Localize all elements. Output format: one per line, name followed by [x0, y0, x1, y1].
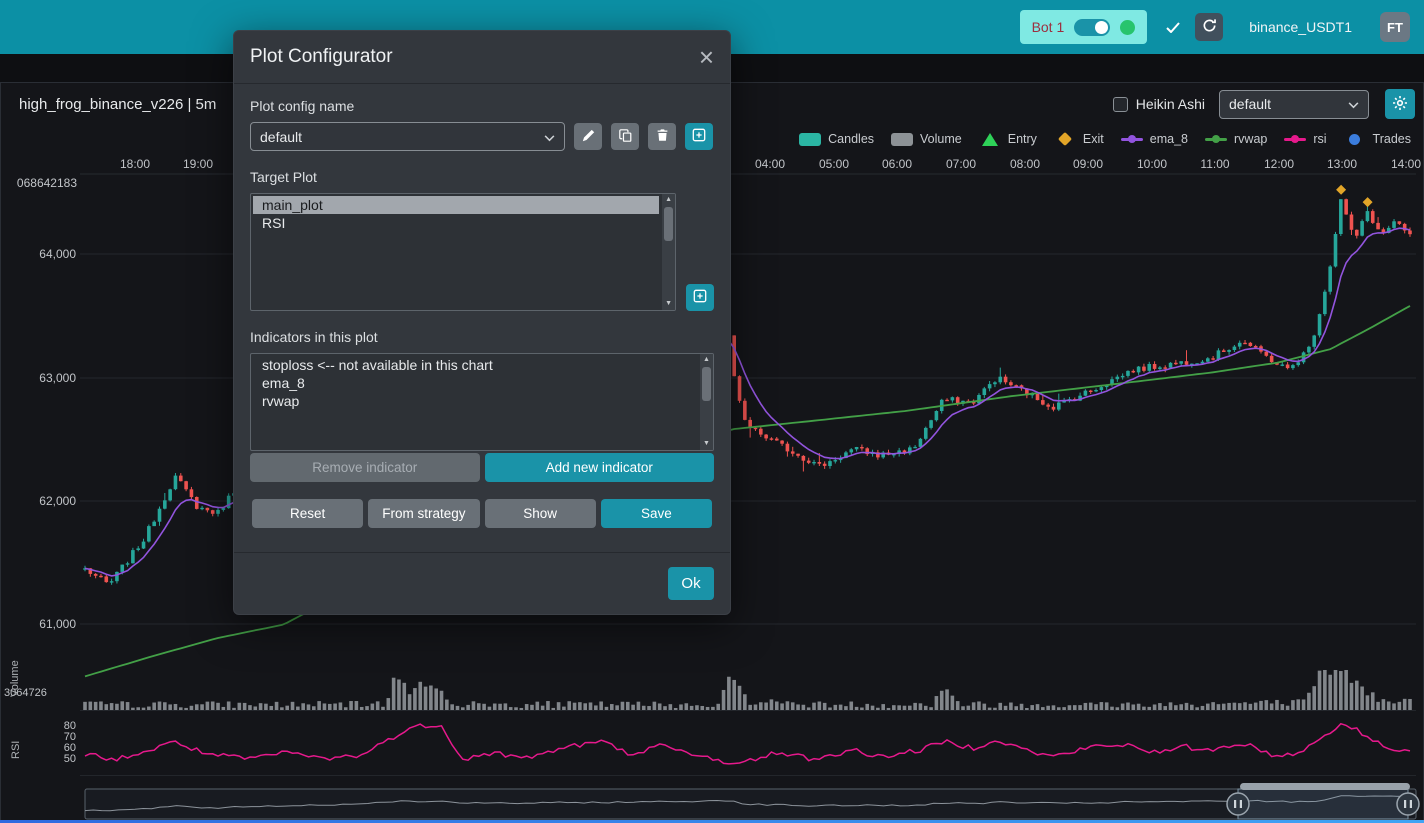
plus-square-icon — [693, 289, 707, 306]
bot-name-label: Bot 1 — [1032, 19, 1065, 35]
indicator-item[interactable]: ema_8 — [253, 374, 697, 392]
indicator-item[interactable]: stoploss <-- not available in this chart — [253, 356, 697, 374]
bot-toggle[interactable] — [1074, 19, 1110, 36]
rect-swatch-icon — [798, 132, 822, 146]
scrollbar[interactable]: ▲ ▼ — [700, 354, 713, 450]
config-name-select[interactable]: default — [250, 122, 565, 151]
legend-item-exit[interactable]: Exit — [1053, 132, 1104, 146]
target-plot-list[interactable]: main_plotRSI ▲ ▼ — [250, 193, 676, 311]
toggle-knob — [1095, 21, 1108, 34]
scroll-down-icon[interactable]: ▼ — [665, 300, 672, 308]
plot-config-select[interactable]: default — [1219, 90, 1369, 119]
linedot-swatch-icon — [1204, 132, 1228, 146]
add-config-button[interactable] — [685, 123, 713, 150]
bot-account-label: binance_USDT1 — [1249, 19, 1352, 35]
bot-selector-button[interactable]: Bot 1 — [1020, 10, 1148, 44]
scroll-thumb[interactable] — [702, 367, 711, 401]
plot-configurator-modal: Plot Configurator × Plot config name def… — [233, 30, 731, 615]
plot-settings-button[interactable] — [1385, 89, 1415, 119]
gear-icon — [1392, 95, 1408, 114]
config-action-row: Reset From strategy Show Save — [252, 499, 712, 528]
from-strategy-button[interactable]: From strategy — [368, 499, 479, 528]
user-avatar-button[interactable]: FT — [1380, 12, 1410, 42]
modal-footer: Ok — [234, 552, 730, 614]
target-plot-item[interactable]: RSI — [253, 214, 659, 232]
triangle-swatch-icon — [978, 132, 1002, 146]
plot-config-select-value: default — [1229, 96, 1271, 112]
indicator-item[interactable]: rvwap — [253, 392, 697, 410]
config-row: default — [250, 122, 714, 151]
heikin-ashi-checkbox[interactable] — [1113, 97, 1128, 112]
copy-icon — [619, 129, 632, 145]
legend-item-entry[interactable]: Entry — [978, 132, 1037, 146]
legend-item-ema-8[interactable]: ema_8 — [1120, 132, 1188, 146]
remove-indicator-button[interactable]: Remove indicator — [250, 453, 480, 482]
legend-label: rsi — [1313, 132, 1326, 146]
scrollbar[interactable]: ▲ ▼ — [662, 194, 675, 310]
linedot-swatch-icon — [1283, 132, 1307, 146]
legend-item-candles[interactable]: Candles — [798, 132, 874, 146]
refresh-icon — [1202, 18, 1217, 36]
rect-swatch-icon — [890, 132, 914, 146]
scroll-down-icon[interactable]: ▼ — [703, 440, 710, 448]
modal-body: Plot config name default — [234, 84, 730, 552]
legend-item-rvwap[interactable]: rvwap — [1204, 132, 1267, 146]
delete-config-button[interactable] — [648, 123, 676, 150]
add-plot-button[interactable] — [686, 284, 714, 311]
legend-label: Trades — [1373, 132, 1411, 146]
modal-title: Plot Configurator — [250, 46, 393, 68]
copy-config-button[interactable] — [611, 123, 639, 150]
legend-label: Candles — [828, 132, 874, 146]
heikin-ashi-label: Heikin Ashi — [1136, 96, 1205, 112]
target-plot-row: main_plotRSI ▲ ▼ — [250, 193, 714, 311]
scroll-up-icon[interactable]: ▲ — [703, 356, 710, 364]
config-name-select-value: default — [260, 129, 302, 145]
legend-item-rsi[interactable]: rsi — [1283, 132, 1326, 146]
indicators-label: Indicators in this plot — [250, 329, 714, 345]
legend-item-trades[interactable]: Trades — [1343, 132, 1411, 146]
legend-label: Entry — [1008, 132, 1037, 146]
edit-config-button[interactable] — [574, 123, 602, 150]
linedot-swatch-icon — [1120, 132, 1144, 146]
pencil-icon — [582, 129, 595, 145]
plus-square-icon — [692, 128, 706, 145]
legend-label: rvwap — [1234, 132, 1267, 146]
target-plot-item[interactable]: main_plot — [253, 196, 659, 214]
check-icon — [1166, 22, 1180, 33]
legend-label: Exit — [1083, 132, 1104, 146]
legend-item-volume[interactable]: Volume — [890, 132, 962, 146]
add-indicator-button[interactable]: Add new indicator — [485, 453, 715, 482]
scroll-thumb[interactable] — [664, 207, 673, 241]
ok-button[interactable]: Ok — [668, 567, 714, 600]
chevron-down-icon — [1348, 96, 1359, 112]
close-button[interactable]: × — [699, 47, 714, 67]
modal-header: Plot Configurator × — [234, 31, 730, 84]
reset-button[interactable]: Reset — [252, 499, 363, 528]
screen: Bot 1 binance_USDT1 FT high_frog_binance… — [0, 0, 1424, 823]
chevron-down-icon — [544, 129, 555, 145]
plot-config-name-label: Plot config name — [250, 98, 714, 114]
target-plot-label: Target Plot — [250, 169, 714, 185]
save-button[interactable]: Save — [601, 499, 712, 528]
diamond-swatch-icon — [1053, 132, 1077, 146]
bot-online-indicator — [1120, 20, 1135, 35]
legend-label: Volume — [920, 132, 962, 146]
show-button[interactable]: Show — [485, 499, 596, 528]
scroll-up-icon[interactable]: ▲ — [665, 196, 672, 204]
dot-swatch-icon — [1343, 132, 1367, 146]
refresh-button[interactable] — [1195, 13, 1223, 41]
indicator-buttons-row: Remove indicator Add new indicator — [250, 453, 714, 482]
legend-label: ema_8 — [1150, 132, 1188, 146]
indicators-list[interactable]: stoploss <-- not available in this chart… — [250, 353, 714, 451]
trash-icon — [656, 128, 669, 145]
